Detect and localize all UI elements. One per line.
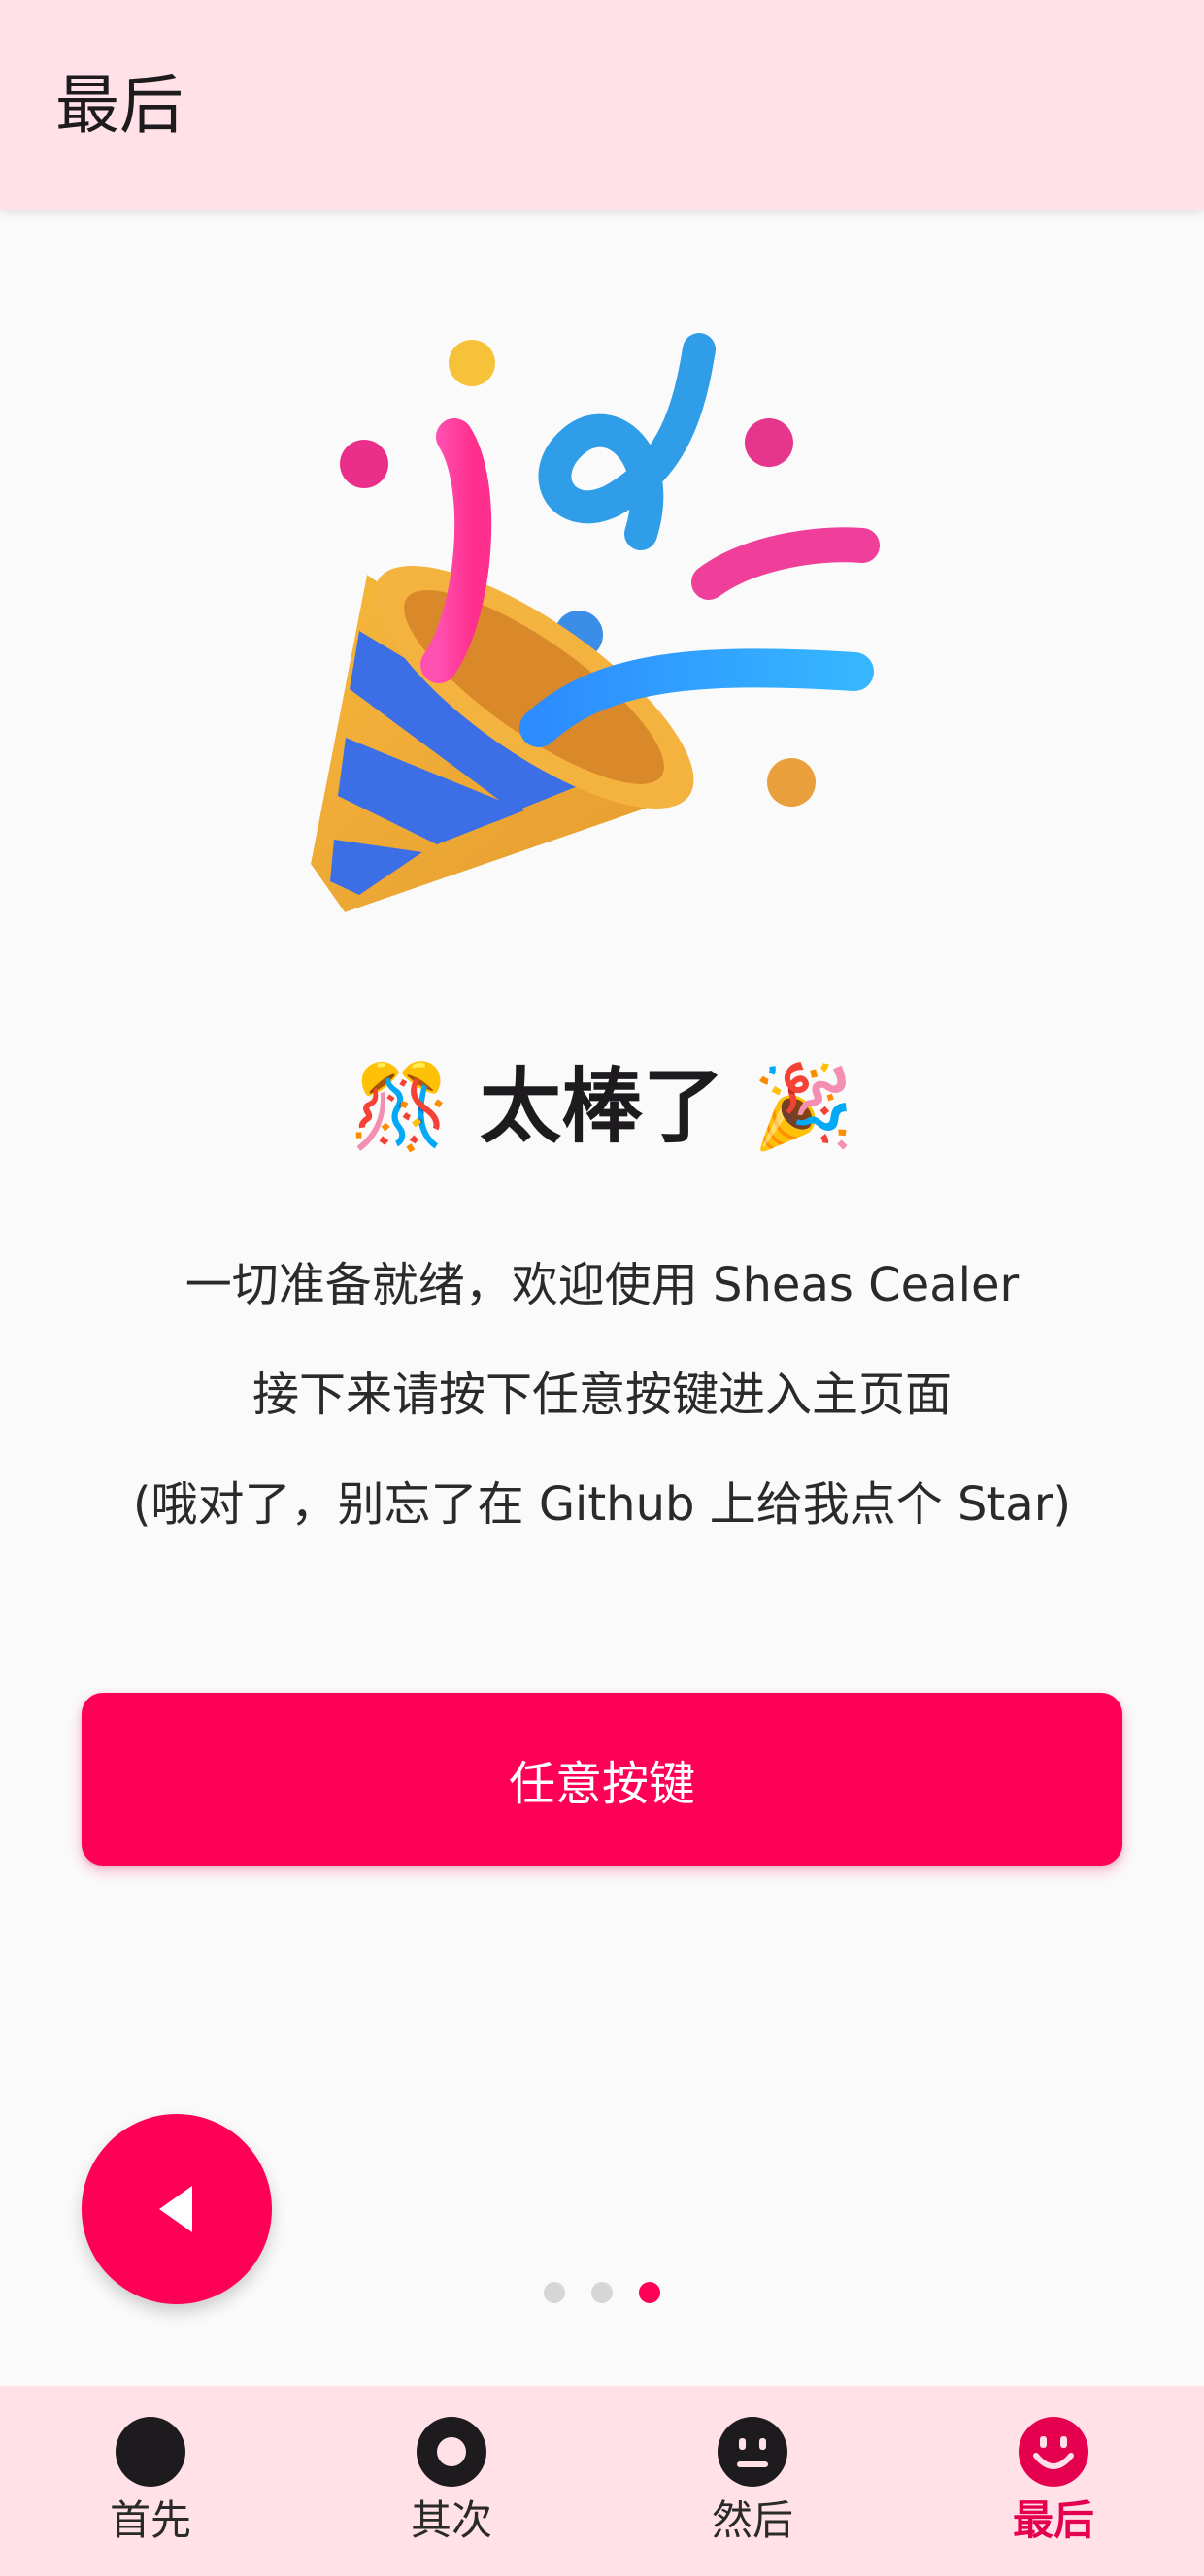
filled-circle-icon [116,2417,185,2487]
nav-label-first: 首先 [109,2496,191,2544]
headline-text: 太棒了 [479,1059,724,1154]
page-dot-2 [591,2282,613,2303]
party-popper-icon: 🎉 [752,1059,854,1154]
page-title: 最后 [55,68,184,143]
description-line-2: 接下来请按下任意按键进入主页面 [251,1368,952,1422]
nav-item-last-active[interactable]: 最后 [903,2386,1204,2576]
party-popper-illustration [291,320,913,961]
neutral-face-icon [718,2417,787,2487]
page-dot-1 [544,2282,565,2303]
back-triangle-icon [159,2186,192,2232]
nav-label-third: 然后 [711,2496,793,2544]
back-fab-button[interactable] [82,2114,272,2304]
description-line-3: (哦对了，别忘了在 Github 上给我点个 Star) [132,1477,1072,1532]
ring-icon [417,2417,486,2487]
bottom-navigation: 首先 其次 然后 最后 [0,2386,1204,2576]
page-indicator [534,2282,670,2305]
top-app-bar: 最后 [0,0,1204,210]
headline: 🎊 太棒了 🎉 [0,1066,1204,1147]
nav-item-third[interactable]: 然后 [602,2386,903,2576]
nav-label-last: 最后 [1012,2496,1094,2544]
any-key-button[interactable]: 任意按键 [82,1693,1122,1866]
smiley-face-icon [1019,2417,1088,2487]
description-line-1: 一切准备就绪，欢迎使用 Sheas Cealer [184,1258,1020,1312]
nav-label-second: 其次 [410,2496,492,2544]
nav-item-second[interactable]: 其次 [301,2386,602,2576]
confetti-ball-icon: 🎊 [350,1059,452,1154]
nav-item-first[interactable]: 首先 [0,2386,301,2576]
page-dot-3-active [639,2282,660,2303]
